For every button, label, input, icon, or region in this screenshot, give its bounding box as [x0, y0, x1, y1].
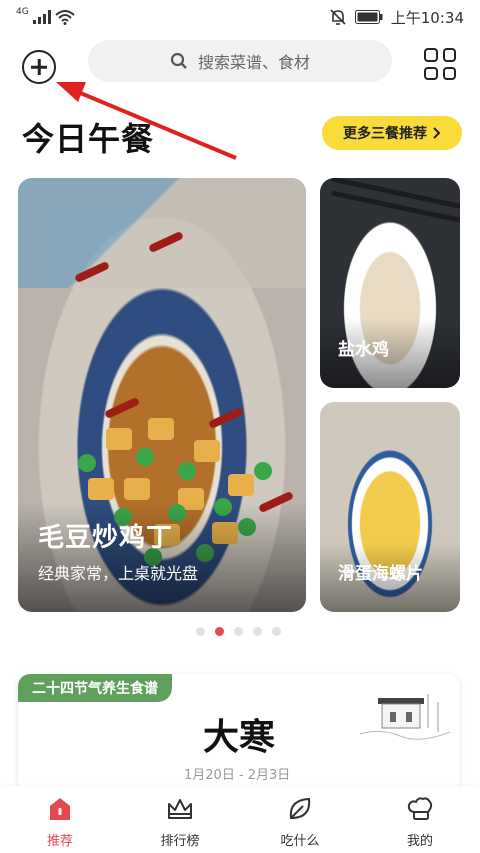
- more-meals-button[interactable]: 更多三餐推荐: [322, 116, 462, 150]
- leaf-icon: [289, 797, 311, 820]
- nav-label: 推荐: [46, 834, 73, 849]
- clock: 上午10:34: [390, 8, 464, 27]
- solar-term-badge: 二十四节气养生食谱: [18, 674, 172, 702]
- grid-cell: [442, 48, 456, 62]
- nav-label: 我的: [406, 834, 433, 849]
- crown-icon: [168, 799, 192, 819]
- section-title: 今日午餐: [22, 120, 155, 158]
- grid-cell: [424, 66, 438, 80]
- more-meals-label: 更多三餐推荐: [343, 126, 427, 142]
- search-placeholder: 搜索菜谱、食材: [197, 53, 310, 72]
- solar-term-name: 大寒: [203, 717, 276, 758]
- recipe-card-main[interactable]: 毛豆炒鸡丁 经典家常，上桌就光盘: [18, 178, 306, 612]
- search-bar[interactable]: 搜索菜谱、食材: [88, 40, 392, 82]
- header: 搜索菜谱、食材: [0, 34, 480, 94]
- recipe-card-side-2[interactable]: 滑蛋海螺片: [320, 402, 460, 612]
- chevron-right-icon: [433, 127, 441, 139]
- network-type: 4G: [16, 7, 29, 17]
- nav-label: 吃什么: [280, 834, 320, 849]
- grid-cell: [424, 48, 438, 62]
- pager-dot[interactable]: [272, 627, 281, 636]
- side-dish-name-2: 滑蛋海螺片: [338, 564, 423, 584]
- pager-dot[interactable]: [234, 627, 243, 636]
- recipe-card-side-1[interactable]: 盐水鸡: [320, 178, 460, 388]
- nav-item-ranking[interactable]: 排行榜: [120, 786, 240, 853]
- add-button[interactable]: [22, 50, 56, 84]
- main-dish-subtitle: 经典家常，上桌就光盘: [38, 564, 199, 583]
- search-icon: [170, 52, 187, 69]
- signal-icon: [32, 10, 51, 24]
- pager-dot[interactable]: [196, 627, 205, 636]
- pager-dot[interactable]: [253, 627, 262, 636]
- solar-term-date: 1月20日 - 2月3日: [184, 768, 291, 783]
- chef-hat-icon: [407, 797, 433, 820]
- categories-grid-button[interactable]: [424, 48, 456, 80]
- status-left: 4G: [16, 7, 75, 25]
- mute-bell-icon: [330, 9, 346, 25]
- side-dish-name-1: 盐水鸡: [338, 340, 389, 360]
- carousel-pager: [196, 627, 281, 636]
- nav-item-mine[interactable]: 我的: [360, 786, 480, 853]
- pager-dot[interactable]: [215, 627, 224, 636]
- bottom-nav: 推荐 排行榜 吃什么 我的: [0, 786, 480, 853]
- food-photo-backdrop: [18, 178, 306, 288]
- landscape-illustration: [360, 694, 450, 740]
- solar-term-card[interactable]: 二十四节气养生食谱 大寒 1月20日 - 2月3日: [18, 674, 460, 794]
- main-dish-name: 毛豆炒鸡丁: [38, 523, 174, 553]
- chopstick: [331, 190, 460, 227]
- home-icon: [50, 798, 70, 820]
- wifi-icon: [55, 10, 75, 25]
- status-right: 上午10:34: [329, 7, 464, 28]
- nav-label: 排行榜: [160, 834, 200, 849]
- nav-item-recommend[interactable]: 推荐: [0, 786, 120, 853]
- nav-item-what-to-eat[interactable]: 吃什么: [240, 786, 360, 853]
- status-bar: 4G 上午10:34: [0, 0, 480, 34]
- grid-cell: [442, 66, 456, 80]
- battery-icon: [354, 10, 383, 24]
- app-screen: 4G 上午10:34 搜索菜谱、食材 今日午餐 更多三餐推荐 毛豆炒鸡丁 经典家…: [0, 0, 480, 853]
